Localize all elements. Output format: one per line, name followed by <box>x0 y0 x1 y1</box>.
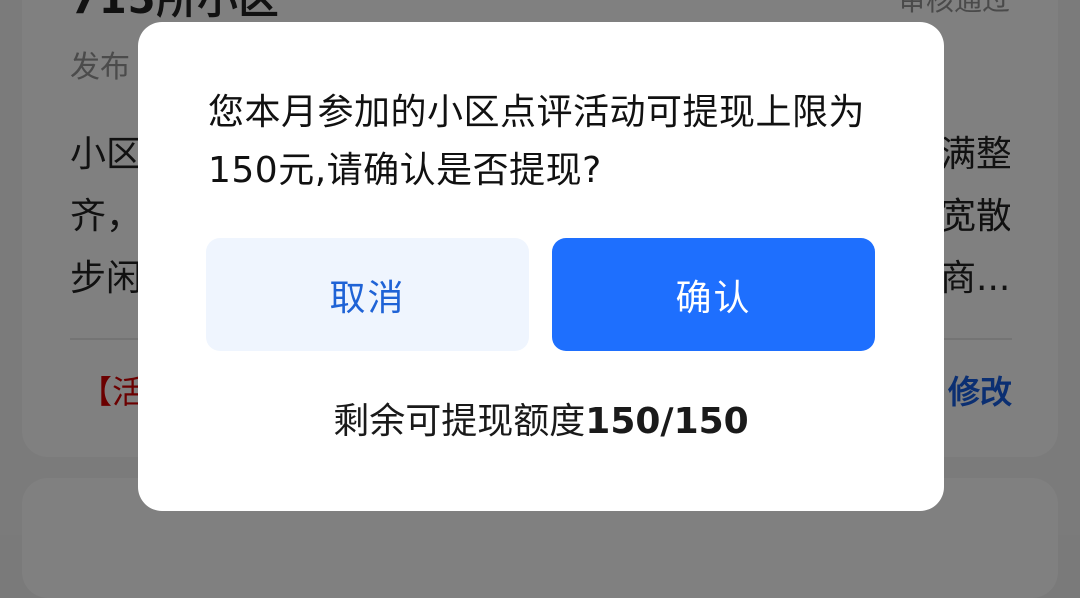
withdraw-dialog: 您本月参加的小区点评活动可提现上限为150元,请确认是否提现? 取消 确认 剩余… <box>138 22 944 511</box>
remaining-quota-label: 剩余可提现额度 <box>333 401 586 442</box>
post-body-line: 小区 <box>70 134 140 175</box>
remaining-quota-value: 150/150 <box>585 401 749 442</box>
post-body-line: 商... <box>940 258 1010 299</box>
dialog-message: 您本月参加的小区点评活动可提现上限为150元,请确认是否提现? <box>208 92 866 191</box>
post-body-right: 满整 宽散 商... <box>940 124 1010 310</box>
post-title: 715所小区 <box>70 0 280 23</box>
post-body-line: 满整 <box>940 134 1010 175</box>
activity-tag: 【活 <box>80 373 145 411</box>
confirm-button[interactable]: 确认 <box>552 238 875 351</box>
cancel-button[interactable]: 取消 <box>206 238 529 351</box>
post-body-line: 宽散 <box>940 196 1010 237</box>
review-status: 审核通过 <box>897 0 1010 17</box>
edit-link[interactable]: 修改 <box>948 372 1012 412</box>
post-meta: 发布 <box>70 50 130 85</box>
post-body-line: 齐， <box>70 196 140 237</box>
post-body-left: 小区 齐， 步闲 <box>70 124 140 310</box>
remaining-quota: 剩余可提现额度150/150 <box>138 398 944 446</box>
post-body-line: 步闲 <box>70 258 140 299</box>
